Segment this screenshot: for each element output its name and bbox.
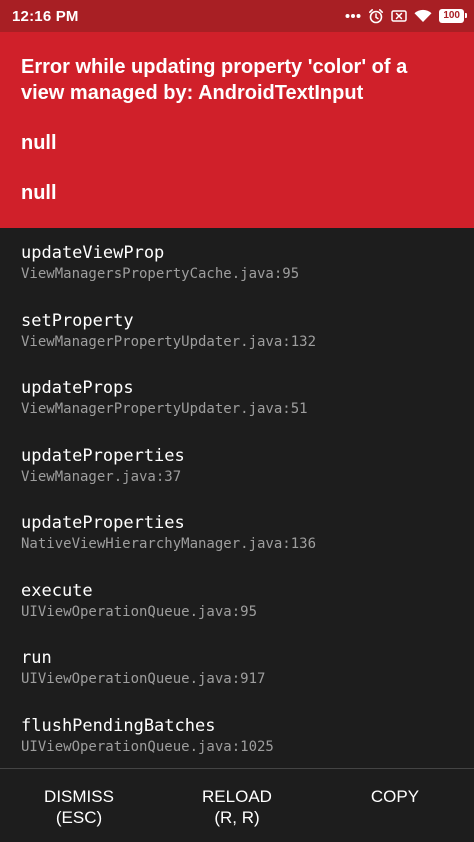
frame-method: updateProps xyxy=(21,378,134,398)
battery-icon: 100 xyxy=(439,9,467,23)
frame-method: execute xyxy=(21,580,93,601)
frame-method: updateProperties xyxy=(21,445,185,466)
frame-method: run xyxy=(21,648,52,668)
frame-method: updateProperties xyxy=(21,513,185,533)
reload-label: RELOAD xyxy=(202,787,272,806)
frame-method: setProperty xyxy=(21,310,134,331)
dismiss-label: DISMISS xyxy=(44,787,114,806)
status-icons: 100 xyxy=(345,8,467,24)
stack-frame[interactable]: updateViewProp ViewManagersPropertyCache… xyxy=(21,242,453,310)
status-bar: 12:16 PM 100 xyxy=(0,0,474,32)
copy-label: COPY xyxy=(370,787,420,806)
error-title: Error while updating property 'color' of… xyxy=(21,56,408,104)
error-detail: null xyxy=(21,182,57,204)
status-time: 12:16 PM xyxy=(12,7,79,25)
frame-file: ViewManagersPropertyCache.java:95 xyxy=(21,266,300,282)
stack-frame[interactable]: updateProperties NativeViewHierarchyMana… xyxy=(21,512,453,580)
frame-file: UIViewOperationQueue.java:95 xyxy=(21,603,258,620)
frame-file: ViewManager.java:37 xyxy=(21,468,182,485)
error-header: Error while updating property 'color' of… xyxy=(0,32,474,228)
frame-file: NativeViewHierarchyManager.java:136 xyxy=(21,536,317,552)
dismiss-shortcut: (ESC) xyxy=(55,808,103,827)
alarm-icon xyxy=(368,8,384,24)
frame-file: ViewManagerPropertyUpdater.java:132 xyxy=(21,333,317,350)
stack-frame[interactable]: updateProps ViewManagerPropertyUpdater.j… xyxy=(21,377,453,445)
reload-button[interactable]: RELOAD (R, R) xyxy=(158,769,316,842)
frame-method: updateViewProp xyxy=(21,243,165,263)
frame-file: UIViewOperationQueue.java:917 xyxy=(21,671,266,687)
error-detail: null xyxy=(21,132,57,154)
dots-icon xyxy=(345,13,361,19)
stack-frame[interactable]: run UIViewOperationQueue.java:917 xyxy=(21,647,453,715)
reload-shortcut: (R, R) xyxy=(214,808,260,827)
stack-frame[interactable]: setProperty ViewManagerPropertyUpdater.j… xyxy=(21,310,453,378)
wifi-icon xyxy=(414,9,432,23)
action-bar: DISMISS (ESC) RELOAD (R, R) COPY xyxy=(0,769,474,842)
copy-button[interactable]: COPY xyxy=(316,769,474,842)
stack-trace[interactable]: updateViewProp ViewManagersPropertyCache… xyxy=(0,228,474,768)
dismiss-button[interactable]: DISMISS (ESC) xyxy=(0,769,158,842)
frame-method: flushPendingBatches xyxy=(21,715,216,736)
frame-file: ViewManagerPropertyUpdater.java:51 xyxy=(21,401,308,417)
sim-off-icon xyxy=(391,9,408,23)
stack-frame[interactable]: updateProperties ViewManager.java:37 xyxy=(21,445,453,513)
stack-frame[interactable]: execute UIViewOperationQueue.java:95 xyxy=(21,580,453,648)
frame-file: UIViewOperationQueue.java:1025 xyxy=(21,738,274,755)
